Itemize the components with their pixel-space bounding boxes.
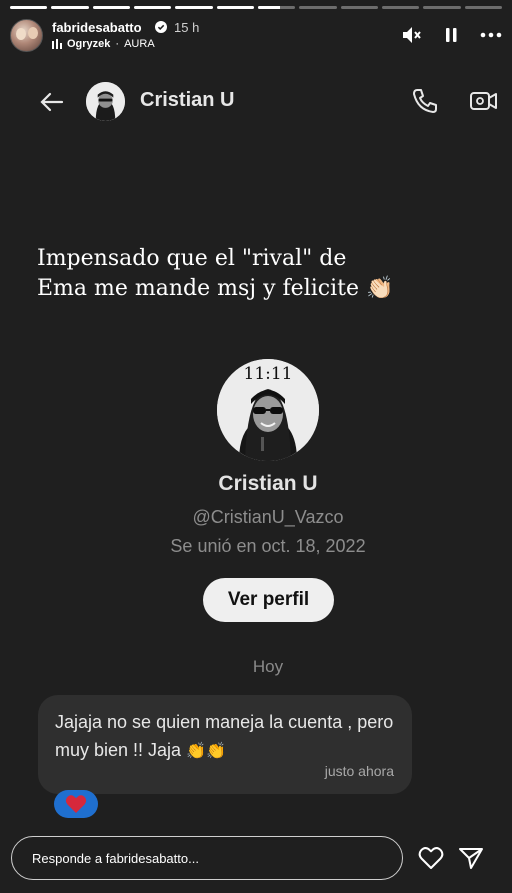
view-profile-button[interactable]: Ver perfil (203, 578, 334, 622)
music-separator: · (115, 38, 120, 50)
progress-segment-fill (257, 6, 281, 9)
story-text-overlay: Impensado que el "rival" de Ema me mande… (37, 244, 417, 304)
phone-icon[interactable] (410, 86, 440, 116)
pause-icon[interactable] (440, 24, 462, 46)
story-avatar[interactable] (10, 19, 43, 52)
date-separator: Hoy (252, 657, 284, 676)
clapping-hands-emoji: 👏👏 (186, 743, 226, 760)
send-direct-icon[interactable] (458, 846, 484, 870)
profile-handle: @CristianU_Vazco (192, 507, 344, 527)
heart-reaction-icon (65, 795, 87, 813)
dm-avatar[interactable] (86, 82, 125, 121)
music-attribution[interactable]: Ogryzek · AURA (52, 38, 155, 50)
progress-segment-fill (51, 6, 89, 9)
music-equalizer-icon (52, 39, 62, 49)
progress-segment (175, 6, 213, 9)
message-timestamp: justo ahora (324, 763, 394, 779)
story-progress-bar (10, 6, 502, 9)
progress-segment-fill (133, 6, 172, 9)
progress-segment-fill (10, 6, 48, 9)
profile-avatar[interactable]: 11:11 (217, 359, 319, 461)
progress-segment (133, 6, 172, 9)
progress-segment (423, 6, 461, 9)
verified-badge-icon (155, 21, 167, 33)
music-song: AURA (124, 38, 155, 50)
progress-segment (10, 6, 48, 9)
mute-icon[interactable] (400, 24, 422, 46)
music-artist: Ogryzek (67, 38, 111, 50)
progress-segment (381, 6, 420, 9)
reply-input[interactable]: Responde a fabridesabatto... (11, 836, 403, 880)
message-bubble[interactable]: Jajaja no se quien maneja la cuenta , pe… (38, 695, 412, 794)
story-controls (400, 24, 502, 46)
video-call-icon[interactable] (468, 86, 500, 116)
back-arrow-icon[interactable] (38, 88, 66, 116)
progress-segment (257, 6, 296, 9)
progress-segment (92, 6, 130, 9)
profile-avatar-text: 11:11 (244, 364, 293, 384)
clapping-hands-emoji: 👏🏻 (366, 276, 394, 301)
progress-segment (51, 6, 89, 9)
story-username[interactable]: fabridesabatto (52, 20, 142, 35)
message-text-block: Jajaja no se quien maneja la cuenta , pe… (55, 708, 395, 766)
more-icon[interactable] (480, 24, 502, 46)
progress-segment (299, 6, 337, 9)
story-text-line-1: Impensado que el "rival" de (37, 246, 347, 271)
progress-segment (216, 6, 254, 9)
dm-contact-name[interactable]: Cristian U (140, 89, 234, 112)
heart-like-icon[interactable] (418, 846, 444, 870)
profile-name: Cristian U (218, 472, 318, 495)
progress-segment (340, 6, 378, 9)
story-header: fabridesabatto 15 h Ogryzek · AURA (10, 18, 502, 54)
story-time: 15 h (174, 20, 200, 35)
dm-header: Cristian U (0, 80, 512, 124)
progress-segment-fill (92, 6, 130, 9)
heart-reaction-badge[interactable] (54, 790, 98, 818)
progress-segment-fill (175, 6, 213, 9)
progress-segment-fill (216, 6, 254, 9)
progress-segment (464, 6, 502, 9)
story-text-line-2: Ema me mande msj y felicite (37, 276, 359, 301)
profile-joined-date: Se unió en oct. 18, 2022 (170, 536, 366, 556)
